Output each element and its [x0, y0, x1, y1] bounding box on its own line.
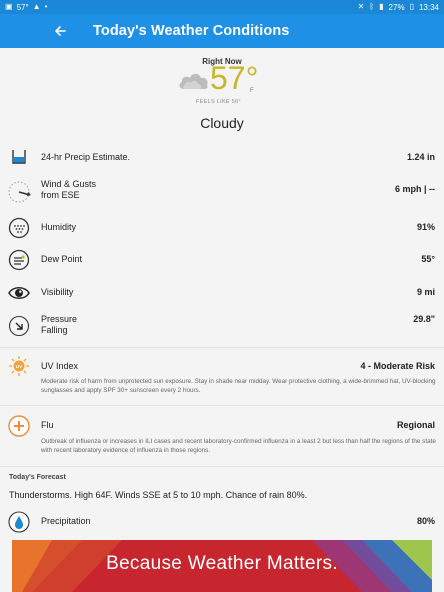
back-button[interactable]	[47, 18, 73, 44]
humidity-label: Humidity	[41, 222, 77, 232]
wind-icon	[8, 181, 31, 203]
uv-label: UV Index	[41, 361, 79, 371]
wind-value: 6 mph | --	[394, 184, 435, 194]
forecast-heading: Today's Forecast	[9, 474, 66, 481]
list-item-uv: UV UV Index 4 - Moderate Risk Moderate r…	[0, 353, 444, 403]
list-item-precipitation: Precipitation 80%	[0, 510, 444, 534]
status-bar: ▣ 57° ▲ • ✕ ᛒ ▮ 27% ▯ 13:34	[0, 0, 444, 14]
dew-point-label: Dew Point	[41, 254, 83, 264]
precipitation-value: 80%	[416, 516, 435, 526]
image-icon: ▣	[5, 2, 13, 11]
bluetooth-icon: ᛒ	[369, 2, 375, 11]
forecast-text: Thunderstorms. High 64F. Winds SSE at 5 …	[9, 490, 308, 500]
precip-value: 1.24 in	[406, 152, 435, 162]
mute-icon: ✕	[357, 2, 365, 11]
precipitation-label: Precipitation	[41, 516, 91, 526]
raindrop-icon	[8, 511, 30, 533]
page-title: Today's Weather Conditions	[93, 23, 290, 39]
svg-text:UV: UV	[16, 364, 23, 369]
warning-icon: ▲	[32, 2, 41, 11]
status-time: 13:34	[418, 2, 439, 12]
divider	[0, 466, 444, 467]
app-bar: Today's Weather Conditions	[0, 14, 444, 48]
uv-value: 4 - Moderate Risk	[360, 361, 435, 371]
flu-plus-icon	[8, 415, 30, 437]
status-temperature: 57°	[16, 2, 29, 12]
dew-point-value: 55°	[421, 254, 435, 264]
eye-icon	[8, 287, 30, 299]
banner-text: Because Weather Matters.	[106, 553, 338, 574]
divider	[0, 347, 444, 348]
flu-value: Regional	[396, 420, 435, 430]
uv-icon: UV	[9, 356, 29, 376]
list-item-wind: Wind & Gusts from ESE 6 mph | --	[0, 176, 444, 206]
precip-label: 24-hr Precip Estimate.	[41, 152, 131, 162]
battery-percent: 27%	[388, 2, 405, 12]
more-dots-icon: •	[44, 2, 48, 11]
pressure-sublabel: Falling	[41, 325, 68, 335]
ad-banner[interactable]: Because Weather Matters.	[12, 540, 432, 592]
list-item-visibility: Visibility 9 mi	[0, 281, 444, 305]
battery-icon: ▮	[379, 2, 384, 11]
precip-cup-icon	[12, 150, 26, 164]
list-item-precip: 24-hr Precip Estimate. 1.24 in	[0, 142, 444, 170]
arrow-left-icon	[55, 26, 66, 36]
wind-sublabel: from ESE	[41, 190, 80, 200]
battery-level-icon: ▯	[409, 2, 414, 11]
visibility-label: Visibility	[41, 287, 74, 297]
list-item-dew-point: Dew Point 55°	[0, 248, 444, 272]
condition-text: Cloudy	[200, 115, 244, 131]
visibility-value: 9 mi	[416, 287, 435, 297]
flu-label: Flu	[41, 420, 54, 430]
list-item-humidity: Humidity 91%	[0, 216, 444, 240]
divider	[0, 405, 444, 406]
current-conditions: Right Now 57° F FEELS LIKE 56° Cloudy	[0, 48, 444, 138]
pressure-label: Pressure	[41, 314, 78, 324]
cloud-icon	[179, 73, 208, 89]
temperature-unit: F	[250, 88, 254, 94]
list-item-flu: Flu Regional Outbreak of influenza or in…	[0, 413, 444, 463]
wind-label: Wind & Gusts	[41, 179, 97, 189]
dew-point-icon	[8, 249, 30, 271]
pressure-value: 29.8"	[413, 314, 435, 324]
pressure-arrow-icon	[8, 315, 30, 337]
flu-description: Outbreak of influenza or increases in IL…	[41, 438, 436, 454]
uv-description: Moderate risk of harm from unprotected s…	[41, 378, 436, 394]
list-item-pressure: Pressure Falling 29.8"	[0, 311, 444, 341]
feels-like: FEELS LIKE 56°	[196, 99, 241, 105]
humidity-icon	[8, 217, 30, 239]
humidity-value: 91%	[416, 222, 435, 232]
